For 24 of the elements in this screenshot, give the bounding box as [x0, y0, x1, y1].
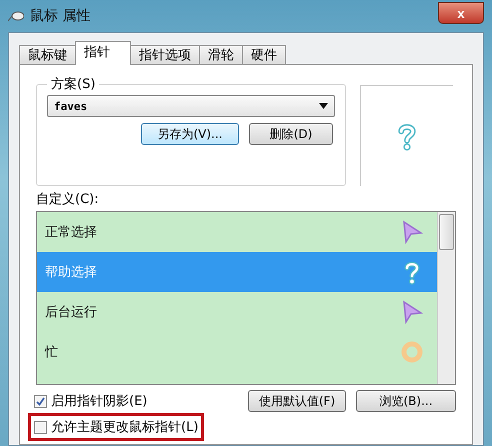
custom-label: 自定义(C): [36, 191, 100, 208]
scrollbar[interactable] [437, 212, 455, 384]
cursor-list-item[interactable]: 正常选择 [37, 212, 437, 252]
checkbox-option[interactable]: 启用指针阴影(E) [30, 389, 152, 413]
scheme-label: 方案(S) [50, 76, 96, 93]
checkbox[interactable] [34, 420, 47, 434]
tab[interactable]: 滑轮 [199, 45, 243, 65]
close-button[interactable]: x [438, 2, 484, 24]
tab[interactable]: 指针选项 [130, 45, 200, 65]
window-title: 鼠标 属性 [30, 7, 90, 25]
use-default-button[interactable]: 使用默认值(F) [248, 390, 346, 412]
save-as-button[interactable]: 另存为(V)... [141, 123, 239, 145]
browse-button[interactable]: 浏览(B)... [356, 390, 456, 412]
checkbox-option[interactable]: 允许主题更改鼠标指针(L) [30, 415, 202, 439]
tab[interactable]: 指针 [75, 41, 131, 65]
cursor-list-item[interactable]: 忙 [37, 332, 437, 372]
scheme-dropdown[interactable]: faves [47, 95, 335, 117]
tab[interactable]: 鼠标键 [19, 45, 76, 65]
checkbox[interactable] [34, 394, 47, 408]
delete-button[interactable]: 删除(D) [249, 123, 333, 145]
caret-icon [319, 103, 328, 109]
ring-icon [399, 339, 425, 365]
cursor-list-item[interactable]: 后台运行 [37, 292, 437, 332]
tab[interactable]: 硬件 [242, 45, 286, 65]
